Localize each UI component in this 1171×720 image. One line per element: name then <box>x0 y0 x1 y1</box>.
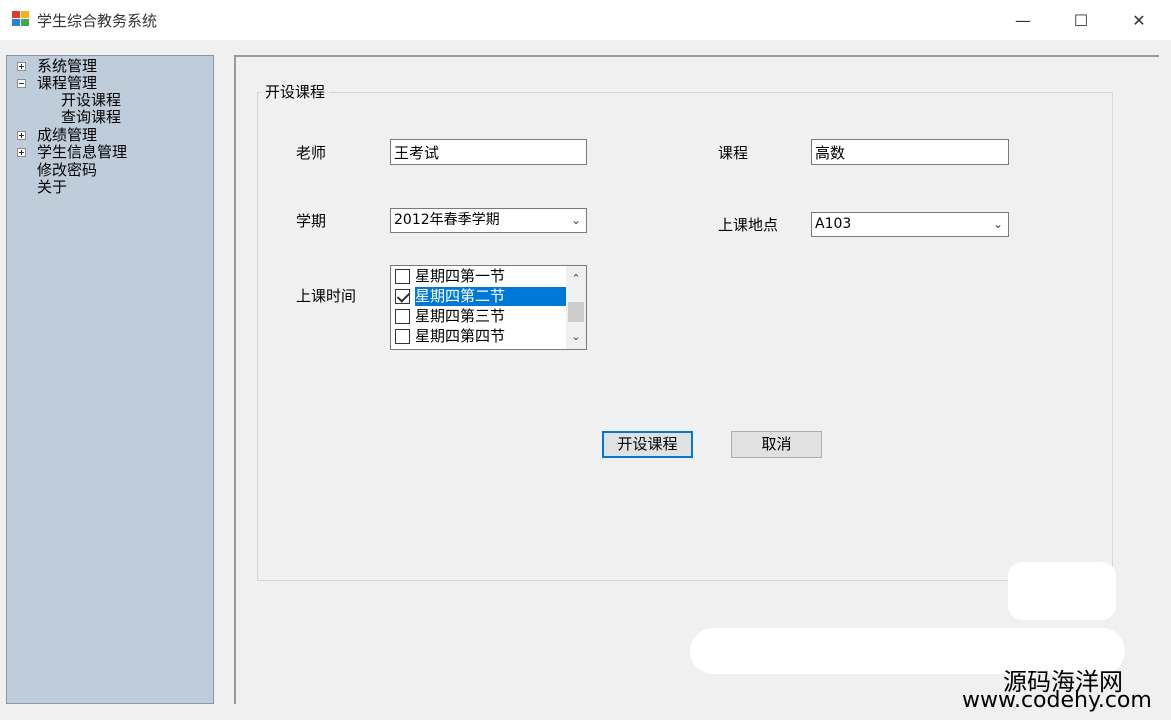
list-item-label: 星期四第二节 <box>415 287 567 306</box>
groupbox-title: 开设课程 <box>261 81 330 102</box>
list-item[interactable]: 星期四第三节 <box>394 307 564 326</box>
list-item-label: 星期四第三节 <box>415 307 506 325</box>
location-label: 上课地点 <box>718 216 779 234</box>
checkbox[interactable] <box>395 289 410 304</box>
tree-item-student-info[interactable]: 学生信息管理 <box>17 143 128 161</box>
nav-tree: 系统管理 课程管理 开设课程 查询课程 成绩管理 学生信息管理 修改密码 关于 <box>6 55 214 704</box>
tree-item-query-course[interactable]: 查询课程 <box>61 109 121 126</box>
list-item[interactable]: 星期四第一节 <box>394 267 564 286</box>
maximize-button[interactable]: ☐ <box>1052 0 1110 40</box>
teacher-label: 老师 <box>296 144 327 162</box>
location-select[interactable]: A103 ⌄ <box>811 212 1009 237</box>
checkbox[interactable] <box>395 269 410 284</box>
scrollbar-thumb[interactable] <box>568 302 584 322</box>
time-checked-list[interactable]: 星期四第一节 星期四第二节 星期四第三节 星期四第四节 ⌃ ⌄ <box>390 265 587 350</box>
watermark-url: www.codehy.com <box>962 688 1152 713</box>
list-item-label: 星期四第四节 <box>415 327 506 345</box>
tree-item-system[interactable]: 系统管理 <box>17 57 98 75</box>
tree-item-label: 课程管理 <box>37 74 98 92</box>
tree-item-grades[interactable]: 成绩管理 <box>17 126 98 144</box>
course-input[interactable] <box>811 139 1009 165</box>
checkbox[interactable] <box>395 329 410 344</box>
chevron-down-icon[interactable]: ⌄ <box>993 213 1003 236</box>
expand-icon[interactable] <box>17 131 26 140</box>
course-label: 课程 <box>718 144 749 162</box>
teacher-input[interactable] <box>390 139 587 165</box>
cancel-button[interactable]: 取消 <box>731 431 822 458</box>
checkbox[interactable] <box>395 309 410 324</box>
semester-label: 学期 <box>296 212 327 230</box>
location-value: A103 <box>815 216 852 232</box>
tree-item-course[interactable]: 课程管理 <box>17 74 98 92</box>
maximize-icon: ☐ <box>1073 10 1089 30</box>
time-label: 上课时间 <box>296 287 357 305</box>
title-bar: 学生综合教务系统 — ☐ ✕ <box>0 0 1171 40</box>
minimize-icon: — <box>1015 10 1031 30</box>
tree-item-label: 系统管理 <box>37 57 98 75</box>
chevron-up-icon[interactable]: ⌃ <box>566 270 586 287</box>
tree-item-label: 关于 <box>37 178 68 196</box>
tree-item-label: 修改密码 <box>37 161 98 179</box>
tree-item-label: 开设课程 <box>61 91 122 109</box>
list-item[interactable]: 星期四第二节 <box>394 287 567 306</box>
tree-item-about[interactable]: 关于 <box>37 179 67 196</box>
list-scrollbar[interactable]: ⌃ ⌄ <box>566 266 586 349</box>
close-button[interactable]: ✕ <box>1110 0 1168 40</box>
open-course-groupbox <box>257 92 1113 581</box>
list-item-label: 星期四第一节 <box>415 267 506 285</box>
open-course-button[interactable]: 开设课程 <box>602 431 693 458</box>
chevron-down-icon[interactable]: ⌄ <box>566 328 586 345</box>
expand-icon[interactable] <box>17 62 26 71</box>
list-item[interactable]: 星期四第四节 <box>394 327 564 346</box>
tree-item-label: 查询课程 <box>61 108 122 126</box>
overlay-blob <box>1008 562 1116 620</box>
tree-item-label: 成绩管理 <box>37 126 98 144</box>
minimize-button[interactable]: — <box>994 0 1052 40</box>
tree-item-open-course[interactable]: 开设课程 <box>61 92 121 109</box>
app-icon <box>12 11 29 26</box>
semester-select[interactable]: 2012年春季学期 ⌄ <box>390 208 587 233</box>
tree-item-change-password[interactable]: 修改密码 <box>37 162 97 179</box>
collapse-icon[interactable] <box>17 79 26 88</box>
close-icon: ✕ <box>1132 10 1146 30</box>
tree-item-label: 学生信息管理 <box>37 143 128 161</box>
semester-value: 2012年春季学期 <box>394 212 500 228</box>
chevron-down-icon[interactable]: ⌄ <box>571 209 581 232</box>
expand-icon[interactable] <box>17 148 26 157</box>
window-title: 学生综合教务系统 <box>37 12 158 30</box>
